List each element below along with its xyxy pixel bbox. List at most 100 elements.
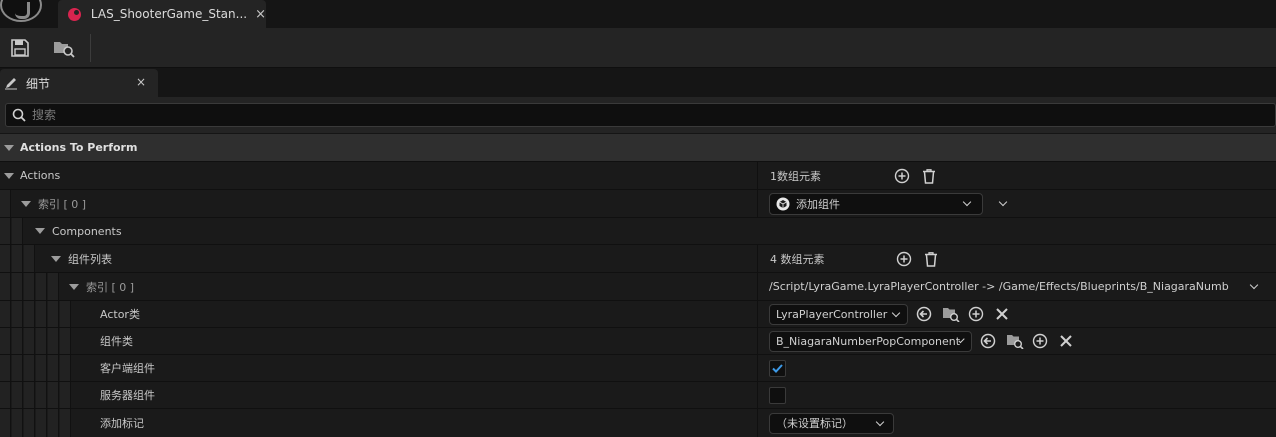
expand-arrow-icon[interactable] — [21, 200, 31, 207]
property-label: 客户端组件 — [100, 362, 155, 375]
combo-value: 添加组件 — [796, 197, 840, 211]
indent-guide — [0, 245, 11, 272]
document-tab-label: LAS_ShooterGame_Stan... — [90, 7, 248, 21]
search-input[interactable] — [32, 108, 1275, 122]
indent-guide — [12, 355, 23, 381]
component-class-combo[interactable]: B_NiagaraNumberPopComponent — [769, 330, 972, 352]
indent-guide — [60, 328, 71, 354]
indent-guide — [12, 245, 23, 272]
tag-combo[interactable]: （未设置标记） — [769, 412, 894, 434]
close-details-button[interactable]: × — [136, 75, 146, 89]
expand-arrow-icon[interactable] — [4, 172, 14, 179]
indent-guide — [60, 355, 71, 381]
search-icon — [12, 108, 26, 122]
use-selected-icon[interactable] — [916, 306, 932, 322]
expand-arrow-icon[interactable] — [69, 283, 79, 290]
indent-guide — [48, 382, 59, 408]
combo-value: B_NiagaraNumberPopComponent — [776, 334, 961, 348]
property-label: Actor类 — [100, 308, 140, 321]
property-row-component-list: 组件列表 4 数组元素 — [0, 244, 1276, 272]
property-row-index: 索引 [ 0 ] 添加组件 — [0, 189, 1276, 217]
array-count: 1数组元素 — [770, 169, 821, 183]
indent-guide — [12, 218, 23, 244]
indent-guide — [48, 273, 59, 300]
collapse-arrow-icon[interactable] — [4, 144, 14, 151]
property-label: 服务器组件 — [100, 389, 155, 402]
browse-content-icon[interactable] — [52, 38, 76, 58]
trash-icon[interactable] — [921, 168, 937, 184]
chevron-down-icon — [875, 417, 885, 426]
indent-guide — [36, 409, 47, 437]
search-row — [0, 97, 1276, 133]
use-selected-icon[interactable] — [980, 333, 996, 349]
chevron-down-icon[interactable] — [998, 197, 1008, 207]
panel-tab-bar: 细节 × — [0, 69, 1276, 97]
indent-guide — [0, 382, 11, 408]
indent-guide — [48, 328, 59, 354]
chevron-down-icon — [962, 197, 972, 207]
search-box — [5, 103, 1276, 127]
details-pencil-icon — [4, 76, 18, 90]
property-row-server-component: 服务器组件 — [0, 381, 1276, 408]
indent-guide — [48, 301, 59, 327]
indent-guide — [0, 218, 11, 244]
property-row-add-tag: 添加标记 （未设置标记） — [0, 408, 1276, 437]
property-row-actions: Actions 1数组元素 — [0, 161, 1276, 189]
indent-guide — [0, 409, 11, 437]
indent-guide — [12, 328, 23, 354]
indent-guide — [24, 328, 35, 354]
unreal-logo-icon[interactable] — [0, 0, 42, 22]
indent-guide — [24, 245, 35, 272]
indent-guide — [24, 355, 35, 381]
indent-guide — [12, 273, 23, 300]
indent-guide — [0, 273, 11, 300]
document-tab[interactable]: LAS_ShooterGame_Stan... × — [58, 0, 266, 28]
indent-guide — [36, 301, 47, 327]
indent-guide — [48, 355, 59, 381]
indent-guide — [60, 382, 71, 408]
add-icon[interactable] — [1032, 333, 1048, 349]
property-label: 索引 [ 0 ] — [86, 280, 135, 294]
property-row-client-component: 客户端组件 — [0, 354, 1276, 381]
clear-icon[interactable] — [994, 306, 1010, 322]
category-title: Actions To Perform — [20, 141, 138, 154]
add-component-combo[interactable]: 添加组件 — [769, 192, 983, 215]
property-label: 添加标记 — [100, 417, 144, 430]
combo-value: （未设置标记） — [776, 417, 853, 430]
array-count: 4 数组元素 — [770, 252, 825, 266]
indent-guide — [60, 409, 71, 437]
property-row-component-class: 组件类 B_NiagaraNumberPopComponent — [0, 327, 1276, 354]
browse-content-icon[interactable] — [1006, 333, 1024, 350]
close-tab-button[interactable]: × — [255, 7, 266, 22]
add-element-icon[interactable] — [896, 251, 912, 267]
indent-guide — [36, 355, 47, 381]
indent-guide — [24, 409, 35, 437]
category-header[interactable]: Actions To Perform — [0, 134, 1276, 161]
save-icon[interactable] — [10, 38, 30, 58]
property-label: 组件类 — [100, 335, 133, 348]
expand-arrow-icon[interactable] — [51, 255, 61, 262]
indent-guide — [60, 301, 71, 327]
server-component-checkbox[interactable] — [769, 386, 786, 404]
indent-guide — [48, 409, 59, 437]
actor-class-combo[interactable]: LyraPlayerController — [769, 303, 908, 325]
indent-guide — [0, 328, 11, 354]
details-tab-label: 细节 — [26, 76, 51, 91]
trash-icon[interactable] — [923, 251, 939, 267]
clear-icon[interactable] — [1058, 333, 1074, 349]
indent-guide — [12, 301, 23, 327]
browse-content-icon[interactable] — [942, 306, 960, 323]
data-asset-icon — [68, 7, 81, 21]
details-panel-tab[interactable]: 细节 × — [0, 69, 158, 97]
indent-guide — [24, 273, 35, 300]
property-label: Actions — [20, 169, 61, 182]
add-element-icon[interactable] — [894, 168, 910, 184]
chevron-down-icon[interactable] — [1249, 280, 1259, 290]
indent-guide — [12, 409, 23, 437]
indent-guide — [24, 382, 35, 408]
component-path-value: /Script/LyraGame.LyraPlayerController ->… — [769, 280, 1229, 293]
add-icon[interactable] — [968, 306, 984, 322]
client-component-checkbox[interactable] — [769, 359, 786, 377]
chevron-down-icon — [891, 308, 901, 317]
expand-arrow-icon[interactable] — [35, 228, 45, 234]
